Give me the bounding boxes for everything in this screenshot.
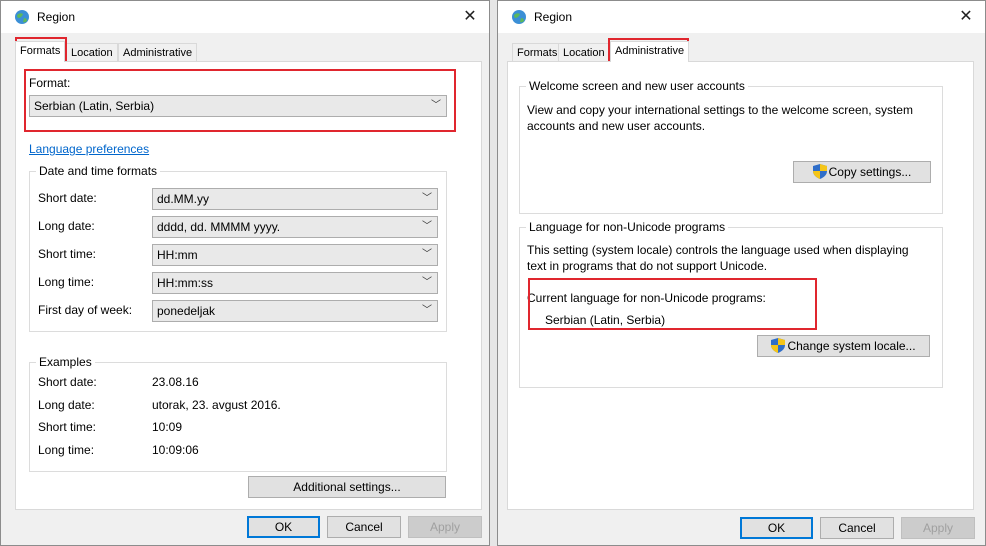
tab-panel: Format: Serbian (Latin, Serbia) ﹀ Langua… — [15, 61, 482, 510]
tab-location[interactable]: Location — [558, 43, 610, 61]
short-date-label: Short date: — [38, 191, 97, 205]
non-unicode-group: Language for non-Unicode programs This s… — [519, 220, 943, 388]
apply-button[interactable]: Apply — [408, 516, 482, 538]
example-value: 10:09:06 — [152, 443, 199, 457]
non-unicode-description: This setting (system locale) controls th… — [527, 243, 909, 257]
non-unicode-description: text in programs that do not support Uni… — [527, 259, 768, 273]
chevron-down-icon: ﹀ — [431, 100, 441, 111]
example-label: Short date: — [38, 375, 97, 389]
example-value: utorak, 23. avgust 2016. — [152, 398, 281, 412]
globe-icon — [15, 10, 29, 24]
region-dialog-administrative: Region ✕ Formats Location Administrative… — [497, 0, 986, 546]
first-day-select[interactable]: ponedeljak ﹀ — [152, 300, 438, 322]
window-title: Region — [534, 10, 573, 24]
globe-icon — [512, 10, 526, 24]
chevron-down-icon: ﹀ — [422, 249, 432, 260]
tab-formats[interactable]: Formats — [15, 41, 66, 62]
close-icon[interactable]: ✕ — [955, 6, 977, 28]
copy-settings-label: Copy settings... — [828, 165, 912, 179]
example-label: Long time: — [38, 443, 95, 457]
welcome-description: View and copy your international setting… — [527, 103, 913, 117]
long-time-value: HH:mm:ss — [157, 276, 213, 290]
tab-formats[interactable]: Formats — [512, 43, 563, 61]
welcome-screen-group: Welcome screen and new user accounts Vie… — [519, 79, 943, 214]
date-time-formats-group: Date and time formats Short date: dd.MM.… — [29, 164, 447, 332]
example-value: 23.08.16 — [152, 375, 199, 389]
short-date-select[interactable]: dd.MM.yy ﹀ — [152, 188, 438, 210]
chevron-down-icon: ﹀ — [422, 305, 432, 316]
change-system-locale-button[interactable]: Change system locale... — [757, 335, 930, 357]
first-day-label: First day of week: — [38, 303, 133, 317]
format-select[interactable]: Serbian (Latin, Serbia) ﹀ — [29, 95, 447, 117]
copy-settings-button[interactable]: Copy settings... — [793, 161, 931, 183]
examples-group: Examples Short date: 23.08.16 Long date:… — [29, 355, 447, 472]
current-language-value: Serbian (Latin, Serbia) — [545, 313, 666, 327]
short-date-value: dd.MM.yy — [157, 192, 210, 206]
group-title: Examples — [36, 355, 95, 369]
change-system-locale-label: Change system locale... — [787, 339, 916, 353]
example-value: 10:09 — [152, 420, 183, 434]
format-label: Format: — [29, 76, 71, 90]
current-language-label: Current language for non-Unicode program… — [527, 291, 766, 305]
short-time-value: HH:mm — [157, 248, 198, 262]
title-bar: Region ✕ — [498, 1, 985, 33]
region-dialog-formats: Region ✕ Formats Location Administrative… — [0, 0, 490, 546]
group-title: Date and time formats — [36, 164, 161, 178]
cancel-button[interactable]: Cancel — [327, 516, 401, 538]
additional-settings-button[interactable]: Additional settings... — [248, 476, 446, 498]
short-time-select[interactable]: HH:mm ﹀ — [152, 244, 438, 266]
apply-button[interactable]: Apply — [901, 517, 975, 539]
example-label: Long date: — [38, 398, 95, 412]
ok-button[interactable]: OK — [247, 516, 320, 538]
long-date-label: Long date: — [38, 219, 95, 233]
first-day-value: ponedeljak — [157, 304, 216, 318]
cancel-button[interactable]: Cancel — [820, 517, 894, 539]
language-preferences-link[interactable]: Language preferences — [29, 142, 149, 156]
uac-shield-icon — [812, 164, 827, 179]
long-time-label: Long time: — [38, 275, 95, 289]
chevron-down-icon: ﹀ — [422, 193, 432, 204]
short-time-label: Short time: — [38, 247, 97, 261]
example-label: Short time: — [38, 420, 97, 434]
tab-administrative[interactable]: Administrative — [118, 43, 198, 61]
tab-administrative[interactable]: Administrative — [610, 41, 690, 62]
welcome-description: accounts and new user accounts. — [527, 119, 706, 133]
title-bar: Region ✕ — [1, 1, 489, 33]
ok-button[interactable]: OK — [740, 517, 813, 539]
uac-shield-icon — [771, 338, 786, 353]
close-icon[interactable]: ✕ — [459, 6, 481, 28]
chevron-down-icon: ﹀ — [422, 277, 432, 288]
long-date-select[interactable]: dddd, dd. MMMM yyyy. ﹀ — [152, 216, 438, 238]
tab-location[interactable]: Location — [66, 43, 118, 61]
chevron-down-icon: ﹀ — [422, 221, 432, 232]
group-title: Welcome screen and new user accounts — [526, 79, 748, 93]
tab-panel: Welcome screen and new user accounts Vie… — [507, 61, 974, 510]
long-date-value: dddd, dd. MMMM yyyy. — [157, 220, 281, 234]
long-time-select[interactable]: HH:mm:ss ﹀ — [152, 272, 438, 294]
group-title: Language for non-Unicode programs — [526, 220, 729, 234]
window-title: Region — [37, 10, 76, 24]
format-value: Serbian (Latin, Serbia) — [34, 99, 155, 113]
